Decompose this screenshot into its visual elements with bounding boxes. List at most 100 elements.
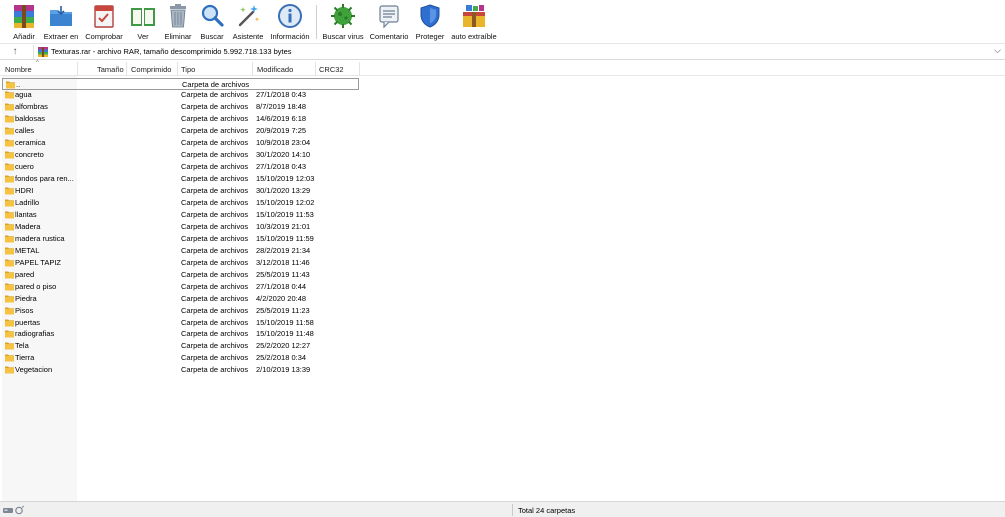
table-row[interactable]: Vegetacion Carpeta de archivos 2/10/2019 1… [2, 364, 359, 376]
file-type-cell: Carpeta de archivos [181, 90, 249, 100]
add-button[interactable]: Añadir [8, 2, 40, 42]
table-row[interactable]: cuero Carpeta de archivos 27/1/2018 0:43 [2, 161, 359, 173]
virus-scan-button-label: Buscar virus [322, 32, 364, 41]
file-modified-cell: 25/2/2020 12:27 [256, 341, 311, 351]
column-divider[interactable] [315, 62, 316, 76]
file-type-cell: Carpeta de archivos [181, 186, 249, 196]
table-row[interactable]: Pisos Carpeta de archivos 25/5/2019 11:23 [2, 305, 359, 317]
file-type-cell: Carpeta de archivos [181, 114, 249, 124]
view-button[interactable]: Ver [128, 2, 158, 42]
file-name-cell: METAL [15, 245, 40, 255]
test-archive-icon [94, 5, 114, 28]
column-header-size[interactable]: Tamaño [97, 65, 124, 74]
folder-icon [5, 163, 14, 171]
file-modified-cell: 25/5/2019 11:23 [256, 305, 310, 315]
file-name-cell: calles [15, 126, 35, 136]
file-modified-cell: 25/2/2018 0:34 [256, 353, 307, 363]
file-type-cell: Carpeta de archivos [181, 353, 249, 363]
test-button-label: Comprobar [85, 32, 123, 41]
table-row[interactable]: pared Carpeta de archivos 25/5/2019 11:43 [2, 269, 359, 281]
file-list[interactable]: .. Carpeta de archivos agua Carpeta de arch… [0, 76, 1005, 501]
comment-button[interactable]: Comentario [368, 2, 410, 42]
extract-folder-icon [50, 6, 72, 26]
folder-icon [5, 307, 14, 315]
column-header-type[interactable]: Tipo [181, 65, 195, 74]
table-row[interactable]: Ladrillo Carpeta de archivos 15/10/2019 12… [2, 197, 359, 209]
protect-button-label: Proteger [415, 32, 445, 41]
file-modified-cell: 4/2/2020 20:48 [256, 293, 307, 303]
table-row[interactable]: pared o piso Carpeta de archivos 27/1/2018… [2, 281, 359, 293]
protect-button[interactable]: Proteger [414, 2, 446, 42]
find-button[interactable]: Buscar [198, 2, 226, 42]
table-row[interactable]: concreto Carpeta de archivos 30/1/2020 14:… [2, 149, 359, 161]
file-name-cell: Ladrillo [15, 198, 40, 207]
test-button[interactable]: Comprobar [84, 2, 124, 42]
folder-icon [5, 354, 14, 362]
column-header-name[interactable]: Nombre [5, 65, 32, 74]
column-header-packed[interactable]: Comprimido [131, 65, 171, 74]
table-row[interactable]: calles Carpeta de archivos 20/9/2019 7:25 [2, 125, 359, 137]
folder-icon [5, 235, 14, 243]
file-type-cell: Carpeta de archivos [181, 257, 249, 267]
table-row[interactable]: puertas Carpeta de archivos 15/10/2019 11:… [2, 317, 359, 329]
drive-status-icon[interactable] [3, 505, 27, 515]
column-divider[interactable] [77, 62, 78, 76]
file-type-cell: Carpeta de archivos [181, 317, 249, 327]
column-header-bar: ^ Nombre Tamaño Comprimido Tipo Modifica… [0, 60, 1005, 76]
file-type-cell: Carpeta de archivos [181, 150, 249, 160]
table-row[interactable]: Madera Carpeta de archivos 10/3/2019 21:01 [2, 221, 359, 233]
virus-scan-button[interactable]: Buscar virus [322, 2, 364, 42]
table-row[interactable]: baldosas Carpeta de archivos 14/6/2019 6:1… [2, 113, 359, 125]
file-type-cell: Carpeta de archivos [181, 162, 249, 172]
rar-archive-icon [38, 47, 48, 57]
table-row[interactable]: METAL Carpeta de archivos 28/2/2019 21:34 [2, 245, 359, 257]
status-separator [512, 504, 513, 516]
sfx-button[interactable]: auto extraíble [451, 2, 497, 42]
file-modified-cell: 25/5/2019 11:43 [256, 269, 310, 279]
file-name-cell: madera rustica [15, 233, 65, 243]
table-row[interactable]: Tierra Carpeta de archivos 25/2/2018 0:34 [2, 352, 359, 364]
parent-folder-row[interactable]: .. Carpeta de archivos [2, 77, 359, 90]
table-row[interactable]: Piedra Carpeta de archivos 4/2/2020 20:48 [2, 293, 359, 305]
wizard-button[interactable]: Asistente [231, 2, 265, 42]
table-row[interactable]: PAPEL TAPIZ Carpeta de archivos 3/12/2018 … [2, 257, 359, 269]
column-divider[interactable] [359, 62, 360, 76]
file-name-cell: pared [15, 269, 35, 279]
folder-icon [5, 259, 14, 267]
table-row[interactable]: madera rustica Carpeta de archivos 15/10/2… [2, 233, 359, 245]
file-type-cell: Carpeta de archivos [181, 126, 249, 136]
path-dropdown-icon[interactable]: ⌵ [994, 45, 1001, 56]
file-name-cell: fondos para ren... [15, 174, 74, 184]
file-modified-cell: 15/10/2019 12:03 [256, 174, 315, 184]
column-divider[interactable] [177, 62, 178, 76]
path-field[interactable]: Texturas.rar - archivo RAR, tamaño desco… [33, 45, 1005, 59]
wizard-wand-icon [238, 5, 260, 27]
table-row[interactable]: HDRI Carpeta de archivos 30/1/2020 13:29 [2, 185, 359, 197]
table-row[interactable]: radiografias Carpeta de archivos 15/10/201… [2, 328, 359, 340]
toolbar: Añadir Extraer en Comprobar Ver Eliminar [0, 0, 1005, 44]
table-row[interactable]: alfombras Carpeta de archivos 8/7/2019 18:… [2, 101, 359, 113]
table-row[interactable]: fondos para ren... Carpeta de archivos 15/… [2, 173, 359, 185]
column-divider[interactable] [126, 62, 127, 76]
table-row[interactable]: agua Carpeta de archivos 27/1/2018 0:43 [2, 89, 359, 101]
info-button[interactable]: Información [269, 2, 311, 42]
table-row[interactable]: llantas Carpeta de archivos 15/10/2019 11:… [2, 209, 359, 221]
up-folder-icon[interactable]: ↑ [8, 45, 22, 59]
info-button-label: Información [270, 32, 310, 41]
folder-icon [5, 247, 14, 255]
folder-icon [5, 151, 14, 159]
file-name-cell: HDRI [15, 186, 34, 196]
extract-to-button[interactable]: Extraer en [44, 2, 78, 42]
column-header-crc32[interactable]: CRC32 [319, 65, 344, 74]
column-divider[interactable] [252, 62, 253, 76]
folder-icon [5, 199, 14, 207]
column-header-modified[interactable]: Modificado [257, 65, 293, 74]
delete-button[interactable]: Eliminar [162, 2, 194, 42]
folder-icon [5, 115, 14, 123]
table-row[interactable]: ceramica Carpeta de archivos 10/9/2018 23:… [2, 137, 359, 149]
file-type-cell: Carpeta de archivos [181, 269, 249, 279]
file-type-cell: Carpeta de archivos [181, 198, 249, 207]
file-type-cell: Carpeta de archivos [181, 329, 249, 339]
table-row[interactable]: Tela Carpeta de archivos 25/2/2020 12:27 [2, 340, 359, 352]
address-bar: ↑ Texturas.rar - archivo RAR, tamaño des… [0, 44, 1005, 60]
